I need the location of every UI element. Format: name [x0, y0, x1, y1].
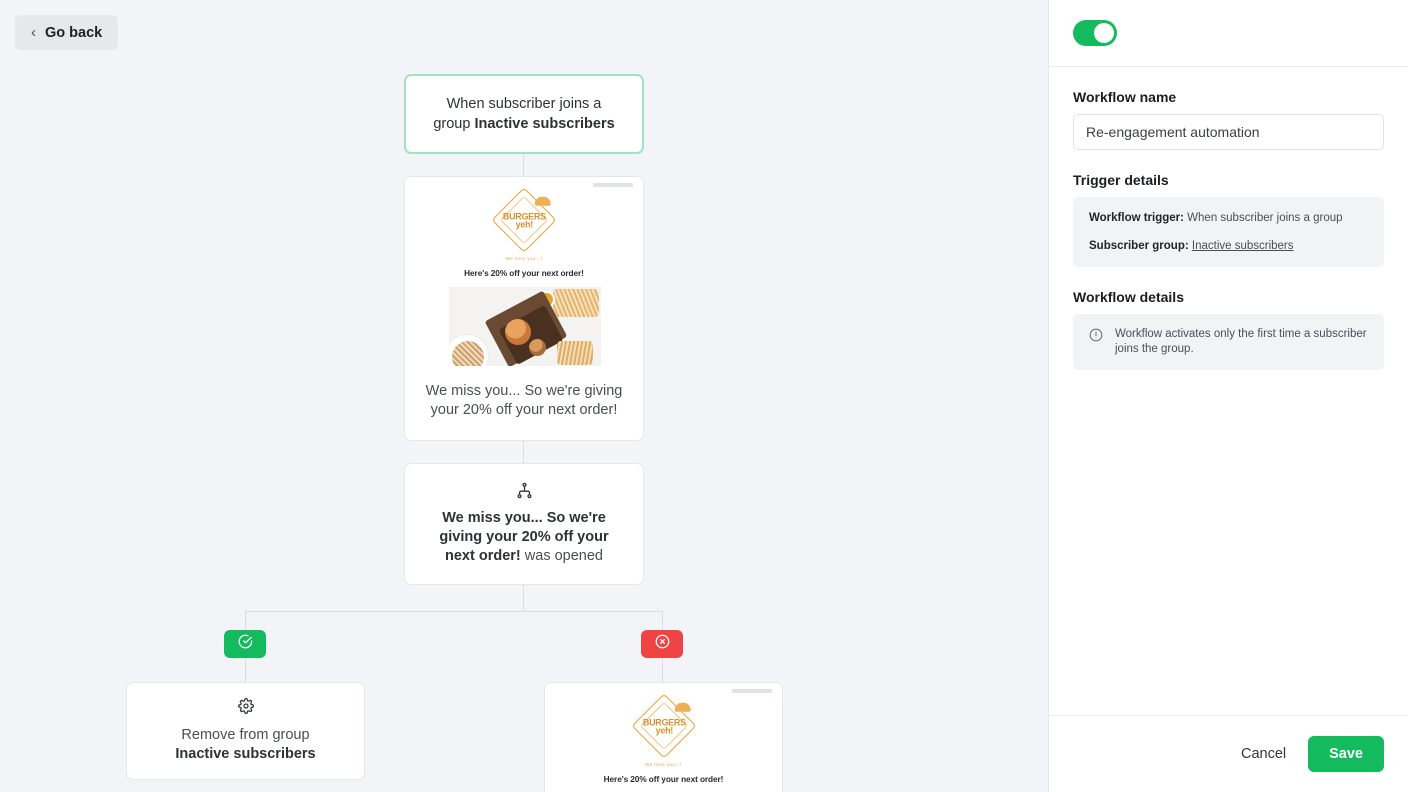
- view-in-browser-text-2: [732, 689, 772, 693]
- email-preheader: We miss you...!: [505, 256, 543, 261]
- branch-split-icon: [516, 482, 533, 499]
- panel-footer: Cancel Save: [1049, 715, 1408, 792]
- trigger-details-row-group: Subscriber group: Inactive subscribers: [1089, 238, 1368, 254]
- workflow-details-title: Workflow details: [1073, 289, 1184, 305]
- condition-node-text: We miss you... So we're giving your 20% …: [423, 509, 625, 566]
- burger-photo-icon: [505, 319, 531, 345]
- trigger-details-row-trigger: Workflow trigger: When subscriber joins …: [1089, 210, 1368, 226]
- email-headline-2: Here's 20% off your next order!: [603, 774, 724, 784]
- email-hero-photo: [449, 287, 601, 366]
- panel-header: [1049, 0, 1408, 67]
- workflow-settings-panel: Workflow name Trigger details Workflow t…: [1048, 0, 1408, 792]
- noodle-bowl-icon: [449, 334, 489, 366]
- workflow-enabled-toggle[interactable]: [1073, 20, 1117, 46]
- gear-icon: [237, 698, 254, 714]
- trigger-details-box: Workflow trigger: When subscriber joins …: [1073, 197, 1384, 267]
- action-node-remove-from-group[interactable]: Remove from group Inactive subscribers: [126, 682, 365, 780]
- logo-text: BURGERS yeh!: [502, 211, 546, 229]
- fries-icon-2: [557, 341, 593, 365]
- action-node-prefix: Remove from group: [181, 727, 310, 743]
- trigger-key-label: Workflow trigger:: [1089, 212, 1184, 224]
- go-back-button[interactable]: ‹ Go back: [15, 15, 119, 50]
- logo-text-2: BURGERS yeh!: [642, 717, 685, 735]
- x-circle-icon: [655, 634, 670, 654]
- branch-badge-yes[interactable]: [224, 630, 266, 658]
- view-in-browser-text: [593, 183, 633, 187]
- brand-logo: BURGERS yeh!: [405, 187, 643, 253]
- burger-bun-icon-2: [674, 702, 691, 712]
- workflow-details-note: Workflow activates only the first time a…: [1073, 314, 1384, 370]
- workflow-name-label: Workflow name: [1073, 89, 1177, 105]
- subscriber-group-link[interactable]: Inactive subscribers: [1192, 240, 1294, 252]
- panel-body: Workflow name Trigger details Workflow t…: [1049, 67, 1408, 715]
- info-circle-icon: [1089, 328, 1103, 342]
- trigger-details-title: Trigger details: [1073, 172, 1169, 188]
- fries-icon: [553, 289, 599, 317]
- trigger-node-text: When subscriber joins a group Inactive s…: [428, 94, 620, 134]
- workflow-name-input[interactable]: [1073, 114, 1384, 150]
- burger-bun-icon: [534, 196, 551, 206]
- condition-suffix: was opened: [520, 548, 603, 564]
- email-node[interactable]: BURGERS yeh! We miss you...! Here's 20% o…: [404, 176, 644, 441]
- trigger-node-group: Inactive subscribers: [474, 116, 615, 132]
- workflow-editor: ‹ Go back When subscriber joins a group …: [0, 0, 1408, 792]
- email-preheader-2: We miss you...!: [645, 762, 682, 767]
- brand-logo-2: BURGERS yeh!: [545, 693, 782, 759]
- email-headline: Here's 20% off your next order!: [464, 268, 584, 278]
- chevron-left-icon: ‹: [31, 24, 36, 41]
- trigger-node[interactable]: When subscriber joins a group Inactive s…: [404, 74, 644, 154]
- burgers-diamond-logo-icon-2: BURGERS yeh!: [630, 693, 697, 759]
- connector-trigger-to-email: [523, 154, 524, 176]
- connector-branch-bar: [245, 611, 662, 612]
- branch-badge-no[interactable]: [641, 630, 683, 658]
- email-thumbnail: BURGERS yeh! We miss you...! Here's 20% o…: [405, 177, 643, 369]
- toggle-knob: [1094, 23, 1114, 43]
- save-button[interactable]: Save: [1308, 736, 1384, 772]
- connector-email-to-condition: [523, 441, 524, 463]
- email-node-2[interactable]: BURGERS yeh! We miss you...! Here's 20% o…: [544, 682, 783, 792]
- workflow-note-text: Workflow activates only the first time a…: [1115, 328, 1367, 355]
- check-circle-icon: [238, 634, 253, 654]
- workflow-canvas[interactable]: ‹ Go back When subscriber joins a group …: [0, 0, 1048, 792]
- email-thumbnail-2: BURGERS yeh! We miss you...! Here's 20% o…: [545, 683, 782, 792]
- action-node-group: Inactive subscribers: [175, 746, 316, 762]
- group-key-label: Subscriber group:: [1089, 240, 1189, 252]
- trigger-value-label: When subscriber joins a group: [1183, 212, 1343, 224]
- condition-node[interactable]: We miss you... So we're giving your 20% …: [404, 463, 644, 585]
- connector-condition-stem: [523, 585, 524, 611]
- cancel-button[interactable]: Cancel: [1235, 738, 1292, 770]
- burger-photo-icon-2: [529, 339, 546, 356]
- burgers-diamond-logo-icon: BURGERS yeh!: [491, 187, 557, 253]
- go-back-label: Go back: [45, 24, 103, 41]
- email-node-caption: We miss you... So we're giving your 20% …: [425, 382, 623, 418]
- action-node-text: Remove from group Inactive subscribers: [175, 726, 315, 764]
